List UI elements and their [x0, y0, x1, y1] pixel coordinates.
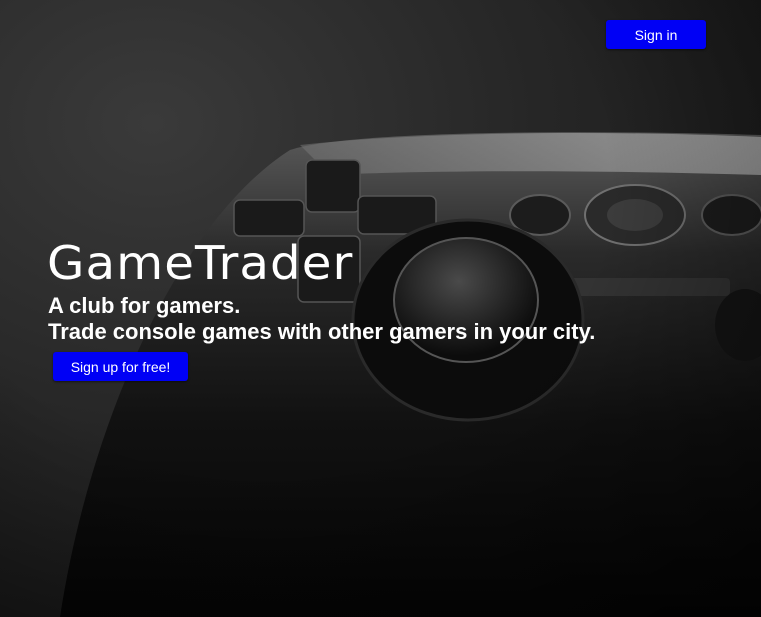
- tagline: A club for gamers. Trade console games w…: [48, 293, 595, 345]
- tagline-line-2: Trade console games with other gamers in…: [48, 319, 596, 344]
- sign-in-button[interactable]: Sign in: [606, 20, 706, 49]
- tagline-line-1: A club for gamers.: [48, 293, 241, 318]
- sign-up-button[interactable]: Sign up for free!: [53, 352, 188, 381]
- hero-section: Sign in GameTrader A club for gamers. Tr…: [0, 0, 761, 617]
- brand-title: GameTrader: [47, 236, 354, 290]
